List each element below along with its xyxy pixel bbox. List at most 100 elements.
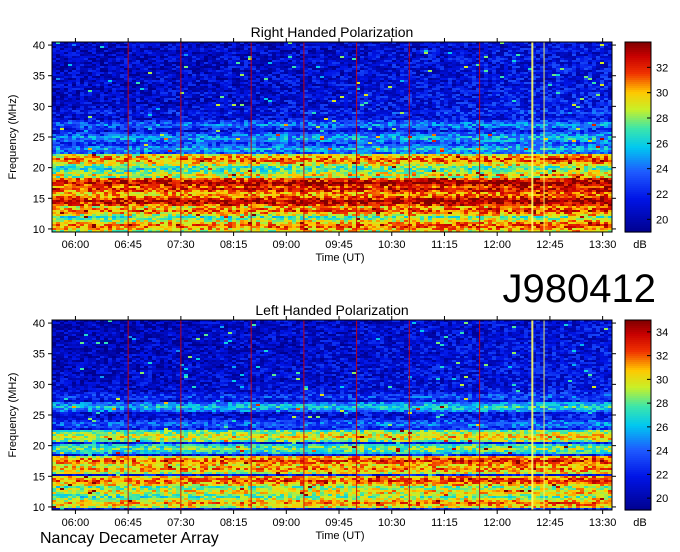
heatmap-cell [472, 80, 476, 82]
heatmap-cell [80, 90, 84, 92]
heatmap-cell [224, 88, 228, 90]
heatmap-cell [448, 62, 452, 64]
heatmap-cell [592, 64, 596, 66]
heatmap-cell [64, 100, 68, 102]
heatmap-cell [52, 60, 56, 62]
heatmap-cell [588, 76, 592, 78]
heatmap-cell [368, 76, 372, 78]
heatmap-cell [120, 72, 124, 74]
heatmap-cell [256, 44, 260, 46]
heatmap-cell [344, 100, 348, 102]
heatmap-cell [360, 62, 364, 64]
heatmap-cell [56, 70, 60, 72]
heatmap-cell [416, 76, 420, 78]
heatmap-cell [552, 58, 556, 60]
heatmap-cell [68, 78, 72, 80]
heatmap-cell [556, 80, 560, 82]
heatmap-cell [304, 78, 308, 80]
heatmap-cell [212, 106, 216, 108]
heatmap-cell [228, 50, 232, 52]
heatmap-cell [104, 92, 108, 94]
heatmap-cell [380, 72, 384, 74]
heatmap-cell [240, 90, 244, 92]
heatmap-cell [280, 92, 284, 94]
heatmap-cell [200, 54, 204, 56]
heatmap-cell [324, 80, 328, 82]
heatmap-cell [516, 74, 520, 76]
heatmap-cell [448, 90, 452, 92]
heatmap-cell [176, 56, 180, 58]
heatmap-cell [508, 72, 512, 74]
heatmap-cell [444, 50, 448, 52]
heatmap-cell [500, 44, 504, 46]
heatmap-cell [416, 108, 420, 110]
heatmap-cell [112, 54, 116, 56]
heatmap-cell [492, 82, 496, 84]
heatmap-cell [116, 58, 120, 60]
heatmap-cell [208, 48, 212, 50]
heatmap-cell [604, 90, 608, 92]
heatmap-cell [600, 66, 604, 68]
heatmap-cell [220, 78, 224, 80]
heatmap-cell [440, 66, 444, 68]
heatmap-cell [120, 50, 124, 52]
heatmap-cell [372, 82, 376, 84]
heatmap-cell [360, 68, 364, 70]
heatmap-cell [96, 108, 100, 110]
heatmap-cell [112, 94, 116, 96]
heatmap-cell [172, 86, 176, 88]
heatmap-cell [368, 74, 372, 76]
heatmap-cell [596, 98, 600, 100]
heatmap-cell [96, 64, 100, 66]
heatmap-cell [76, 98, 80, 100]
heatmap-cell [304, 50, 308, 52]
heatmap-cell [368, 84, 372, 86]
heatmap-cell [232, 52, 236, 54]
heatmap-cell [472, 58, 476, 60]
heatmap-cell [80, 82, 84, 84]
heatmap-cell [472, 102, 476, 104]
heatmap-cell [116, 48, 120, 50]
heatmap-cell [116, 102, 120, 104]
heatmap-cell [292, 62, 296, 64]
heatmap-cell [496, 108, 500, 110]
heatmap-cell [464, 52, 468, 54]
heatmap-cell [140, 88, 144, 90]
heatmap-cell [388, 110, 392, 112]
heatmap-cell [540, 46, 544, 48]
heatmap-cell [320, 44, 324, 46]
heatmap-cell [448, 50, 452, 52]
heatmap-cell [124, 80, 128, 82]
heatmap-cell [276, 64, 280, 66]
heatmap-cell [256, 74, 260, 76]
heatmap-cell [120, 78, 124, 80]
heatmap-cell [564, 72, 568, 74]
heatmap-cell [380, 82, 384, 84]
heatmap-cell [224, 82, 228, 84]
heatmap-cell [208, 76, 212, 78]
heatmap-cell [304, 112, 308, 114]
heatmap-cell [348, 82, 352, 84]
heatmap-cell [236, 88, 240, 90]
heatmap-cell [284, 72, 288, 74]
heatmap-cell [316, 50, 320, 52]
heatmap-cell [548, 46, 552, 48]
heatmap-cell [212, 102, 216, 104]
heatmap-cell [364, 82, 368, 84]
heatmap-cell [272, 70, 276, 72]
heatmap-cell [596, 78, 600, 80]
heatmap-cell [132, 110, 136, 112]
heatmap-cell [284, 76, 288, 78]
heatmap-cell [564, 66, 568, 68]
heatmap-cell [284, 100, 288, 102]
heatmap-cell [272, 74, 276, 76]
heatmap-cell [496, 50, 500, 52]
heatmap-cell [184, 44, 188, 46]
heatmap-cell [56, 60, 60, 62]
heatmap-cell [320, 70, 324, 72]
heatmap-cell [608, 94, 612, 96]
heatmap-cell [260, 90, 264, 92]
heatmap-cell [340, 80, 344, 82]
heatmap-cell [492, 56, 496, 58]
heatmap-cell [164, 96, 168, 98]
